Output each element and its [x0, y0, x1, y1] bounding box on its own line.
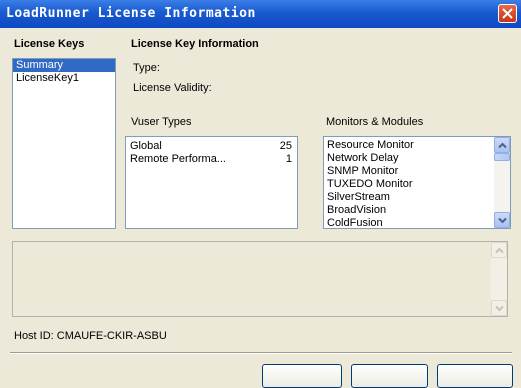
chevron-up-icon [495, 247, 504, 254]
host-id-row: Host ID: CMAUFE-CKIR-ASBU [14, 330, 167, 342]
monitor-item[interactable]: TUXEDO Monitor [324, 178, 510, 191]
license-key-item-licensekey1[interactable]: LicenseKey1 [13, 72, 115, 85]
monitor-item[interactable]: BroadVision [324, 204, 510, 217]
footer-button-2[interactable] [351, 364, 428, 388]
license-key-item-summary[interactable]: Summary [13, 59, 115, 72]
scroll-down-button[interactable] [491, 300, 507, 316]
vuser-name: Remote Performa... [130, 153, 226, 165]
vuser-row[interactable]: Global 25 [126, 140, 297, 153]
vuser-name: Global [130, 140, 162, 152]
monitors-modules-list[interactable]: Resource Monitor Network Delay SNMP Moni… [323, 136, 511, 229]
scroll-up-button[interactable] [491, 242, 507, 258]
footer-button-3[interactable] [437, 364, 513, 388]
details-scrollbar[interactable] [491, 242, 507, 316]
host-id-value: CMAUFE-CKIR-ASBU [56, 330, 167, 342]
chevron-up-icon [498, 142, 507, 149]
title-bar[interactable]: LoadRunner License Information [0, 0, 521, 28]
footer-button-1[interactable] [262, 364, 342, 388]
monitors-scrollbar[interactable] [494, 137, 510, 228]
monitor-item[interactable]: SilverStream [324, 191, 510, 204]
monitor-item[interactable]: Resource Monitor [324, 139, 510, 152]
vuser-types-heading: Vuser Types [131, 116, 192, 128]
close-icon [502, 8, 513, 19]
close-button[interactable] [498, 4, 517, 23]
monitor-item[interactable]: SNMP Monitor [324, 165, 510, 178]
license-details-textarea[interactable] [12, 241, 508, 317]
license-keys-heading: License Keys [14, 38, 85, 50]
monitors-modules-heading: Monitors & Modules [326, 116, 424, 128]
vuser-count: 25 [279, 140, 292, 152]
monitor-item[interactable]: Network Delay [324, 152, 510, 165]
scroll-up-button[interactable] [494, 137, 510, 153]
scroll-thumb[interactable] [494, 153, 510, 161]
license-validity-label: License Validity: [133, 82, 212, 94]
vuser-count: 1 [285, 153, 292, 165]
footer-divider [10, 352, 512, 354]
chevron-down-icon [495, 305, 504, 312]
scroll-down-button[interactable] [494, 212, 510, 228]
chevron-down-icon [498, 217, 507, 224]
monitor-item[interactable]: ColdFusion [324, 217, 510, 228]
vuser-row[interactable]: Remote Performa... 1 [126, 153, 297, 166]
type-label: Type: [133, 62, 160, 74]
vuser-types-list[interactable]: Global 25 Remote Performa... 1 [125, 136, 298, 229]
license-key-info-heading: License Key Information [131, 38, 259, 50]
license-keys-list[interactable]: Summary LicenseKey1 [12, 58, 116, 229]
window-title: LoadRunner License Information [6, 6, 256, 21]
host-id-label: Host ID: [14, 330, 54, 342]
